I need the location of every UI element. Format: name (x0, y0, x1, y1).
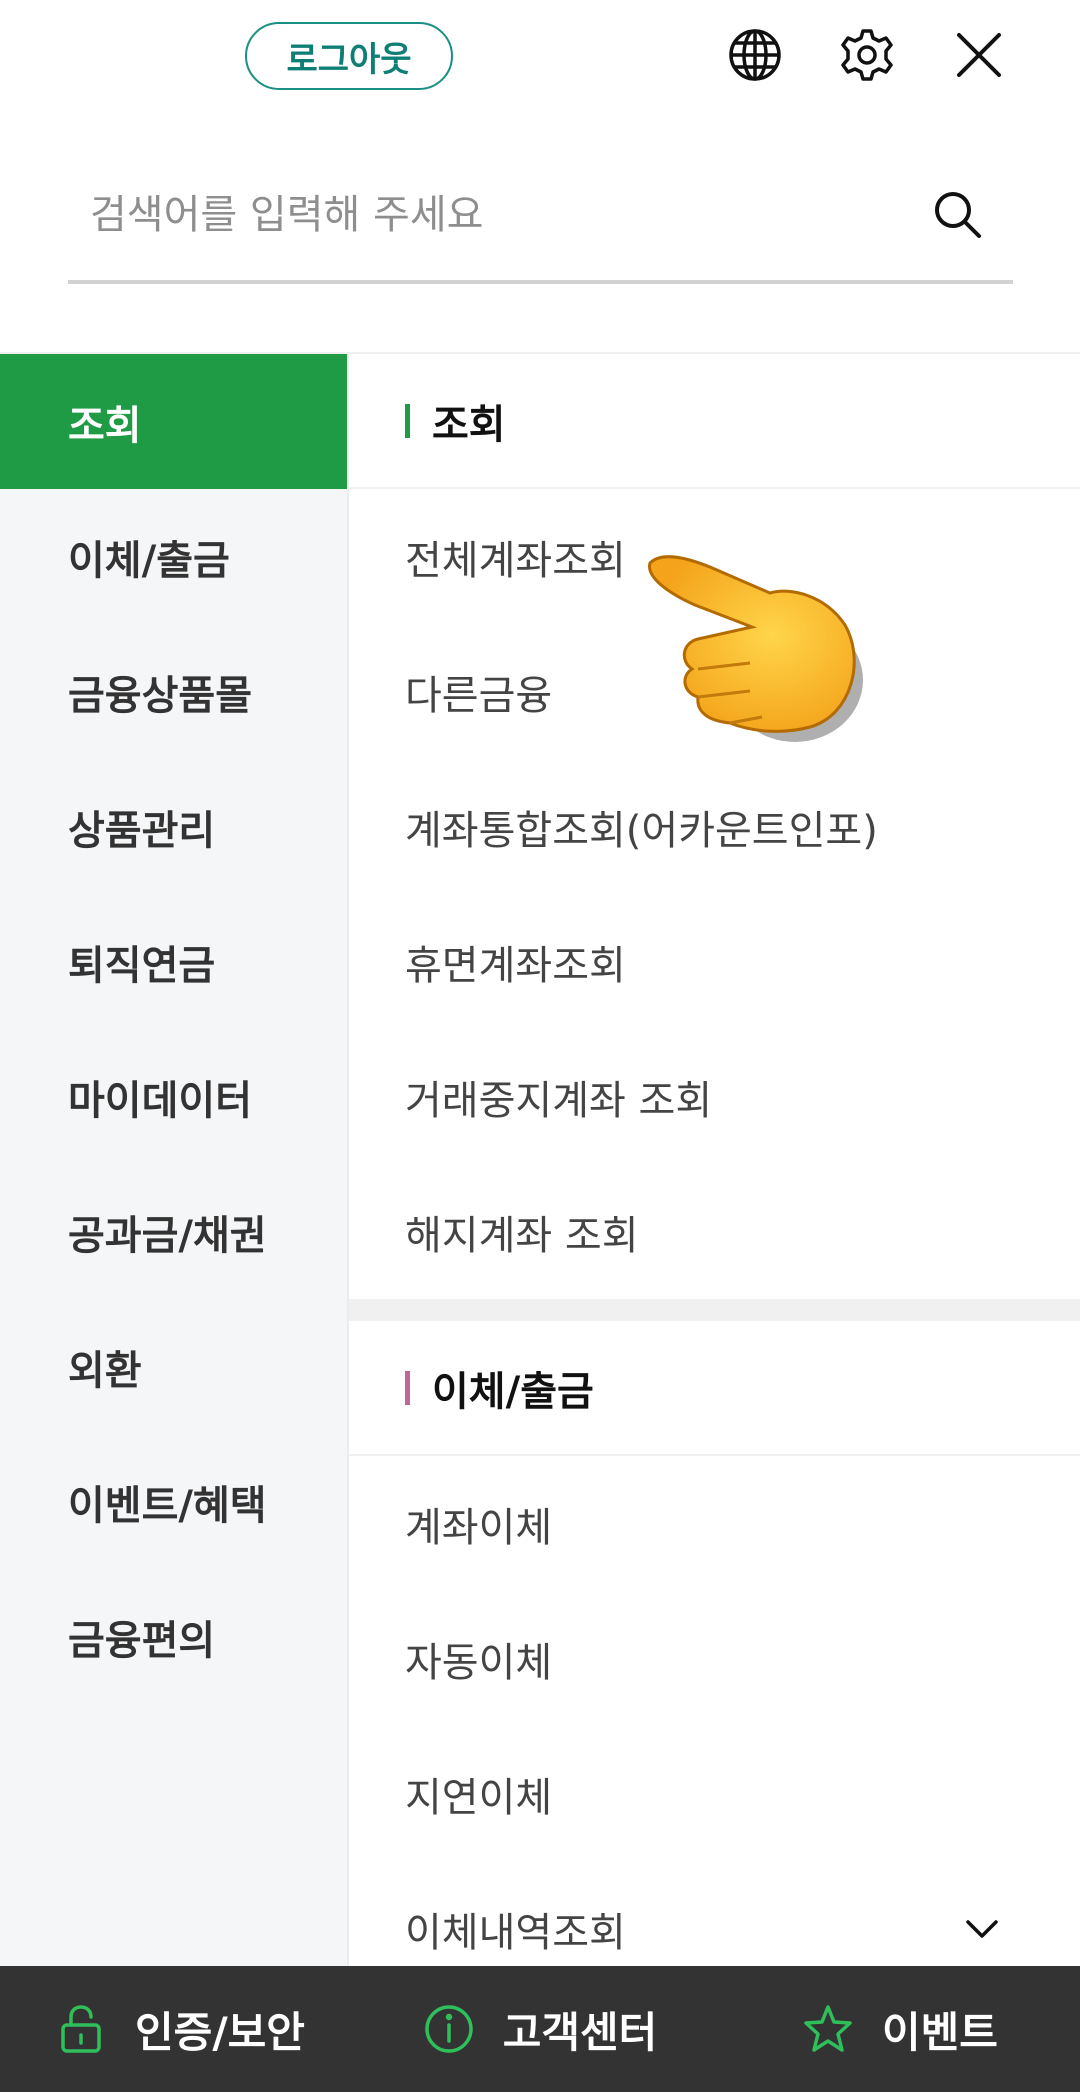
category-nav: 조회 이체/출금 금융상품몰 상품관리 퇴직연금 마이데이터 공과금/채권 외환… (0, 354, 349, 1966)
section-header-inquiry: 조회 (349, 354, 1080, 489)
menu-item-dormant-accounts[interactable]: 휴면계좌조회 (349, 894, 1080, 1029)
chevron-down-icon[interactable] (962, 1909, 1002, 1949)
nav-item-events[interactable]: 이벤트/혜택 (0, 1434, 347, 1569)
menu-item-account-transfer[interactable]: 계좌이체 (349, 1456, 1080, 1591)
search-icon[interactable] (929, 186, 985, 242)
gear-icon[interactable] (834, 22, 900, 88)
section-header-transfer: 이체/출금 (349, 1321, 1080, 1456)
menu-page: 로그아웃 검색어를 입력해 주세요 조회 이체/출금 금융상품몰 상품관리 퇴직… (0, 0, 1080, 2092)
nav-item-products-mall[interactable]: 금융상품몰 (0, 624, 347, 759)
star-icon (804, 2005, 852, 2052)
close-icon[interactable] (946, 22, 1012, 88)
menu-item-closed-accounts[interactable]: 해지계좌 조회 (349, 1164, 1080, 1299)
search-bar (68, 160, 1013, 284)
pointing-hand-icon (648, 555, 863, 742)
bottom-bar: 인증/보안 고객센터 이벤트 (0, 1966, 1080, 2092)
menu-item-auto-transfer[interactable]: 자동이체 (349, 1591, 1080, 1726)
section-accent-bar (405, 1370, 410, 1405)
section-title: 이체/출금 (432, 1368, 594, 1415)
bottom-bar-label: 이벤트 (882, 2007, 998, 2057)
menu-item-account-info[interactable]: 계좌통합조회(어카운트인포) (349, 759, 1080, 894)
menu-item-label: 이체내역조회 (405, 1909, 626, 1956)
header: 로그아웃 (0, 0, 1080, 120)
security-button[interactable]: 인증/보안 (0, 1966, 360, 2092)
customer-center-button[interactable]: 고객센터 (360, 1966, 720, 2092)
search-input[interactable] (90, 180, 890, 250)
menu-item-suspended-accounts[interactable]: 거래중지계좌 조회 (349, 1029, 1080, 1164)
globe-icon[interactable] (722, 22, 788, 88)
bottom-bar-label: 고객센터 (502, 2007, 658, 2057)
nav-item-forex[interactable]: 외환 (0, 1299, 347, 1434)
nav-item-utility-bonds[interactable]: 공과금/채권 (0, 1164, 347, 1299)
nav-item-convenience[interactable]: 금융편의 (0, 1569, 347, 1704)
info-icon (424, 2005, 473, 2053)
nav-item-transfer[interactable]: 이체/출금 (0, 489, 347, 624)
nav-item-mydata[interactable]: 마이데이터 (0, 1029, 347, 1164)
menu-item-delayed-transfer[interactable]: 지연이체 (349, 1726, 1080, 1861)
section-title: 조회 (432, 401, 506, 448)
event-button[interactable]: 이벤트 (720, 1966, 1080, 2092)
menu-item-transfer-history[interactable]: 이체내역조회 (349, 1861, 1080, 1966)
nav-item-inquiry[interactable]: 조회 (0, 354, 347, 489)
lock-icon (61, 2005, 101, 2053)
nav-item-pension[interactable]: 퇴직연금 (0, 894, 347, 1029)
logout-button[interactable]: 로그아웃 (245, 22, 453, 90)
section-gap (349, 1299, 1080, 1321)
section-accent-bar (405, 403, 410, 438)
nav-item-product-management[interactable]: 상품관리 (0, 759, 347, 894)
bottom-bar-label: 인증/보안 (135, 2007, 305, 2057)
